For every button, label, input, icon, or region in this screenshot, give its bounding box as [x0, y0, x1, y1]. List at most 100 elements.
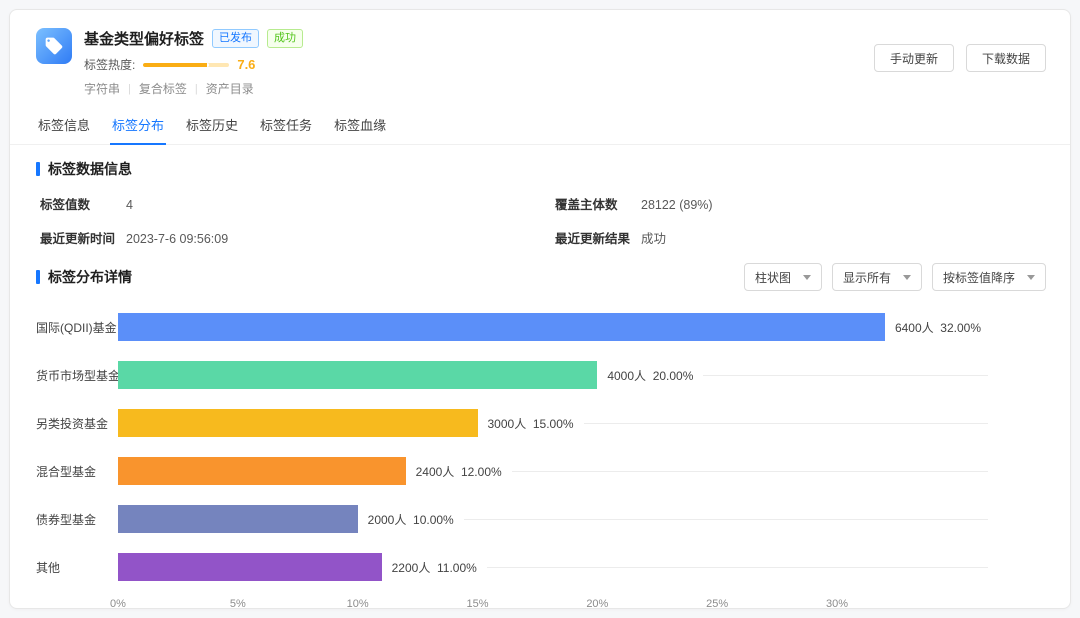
chart-row: 混合型基金 2400人 12.00% — [36, 447, 1046, 495]
field-value: 4 — [126, 198, 133, 212]
bar-chart: 国际(QDII)基金 6400人 32.00% 货币市场型基金4000人 20.00… — [36, 303, 1046, 609]
bar[interactable] — [118, 361, 597, 389]
grid-line — [464, 519, 988, 520]
tag-icon — [44, 36, 64, 56]
grid-line — [487, 567, 988, 568]
field-value: 2023-7-6 09:56:09 — [126, 232, 228, 246]
field-tag-value-count: 标签值数 4 — [40, 194, 555, 213]
chart-rows: 国际(QDII)基金 6400人 32.00% 货币市场型基金4000人 20.00… — [36, 303, 1046, 591]
bar-value-label: 2000人 10.00% — [368, 511, 454, 528]
bar-value-label: 4000人 20.00% — [607, 367, 693, 384]
bar-category-label: 国际(QDII)基金 — [36, 319, 118, 336]
heat-progress-fill — [143, 63, 208, 67]
bar-category-label: 混合型基金 — [36, 463, 118, 480]
x-axis-tick: 10% — [347, 598, 369, 609]
info-section-title-text: 标签数据信息 — [48, 159, 132, 179]
chart-controls: 柱状图 显示所有 按标签值降序 — [744, 263, 1046, 291]
tag-kind: 复合标签 — [139, 80, 187, 97]
bar-plot: 2000人 10.00% — [118, 505, 988, 533]
field-value: 28122 (89%) — [641, 198, 713, 212]
chart-row: 另类投资基金 3000人 15.00% — [36, 399, 1046, 447]
bar-plot: 4000人 20.00% — [118, 361, 988, 389]
x-axis-tick: 25% — [706, 598, 728, 609]
field-value: 成功 — [641, 228, 666, 247]
bar-category-label: 其他 — [36, 559, 118, 576]
tag-type-meta: 字符串 | 复合标签 | 资产目录 — [84, 80, 874, 97]
bar[interactable] — [118, 409, 478, 437]
success-status-badge: 成功 — [267, 29, 303, 48]
select-value: 柱状图 — [755, 269, 791, 286]
heat-progress-bar — [143, 63, 229, 67]
grid-line — [584, 423, 988, 424]
section-title-marker — [36, 162, 40, 176]
header-info: 基金类型偏好标签 已发布 成功 标签热度: 7.6 字符串 | 复合标签 | 资… — [84, 28, 874, 97]
tag-avatar — [36, 28, 72, 64]
bar-category-label: 另类投资基金 — [36, 415, 118, 432]
manual-update-button[interactable]: 手动更新 — [874, 44, 954, 72]
bar-plot: 6400人 32.00% — [118, 313, 988, 341]
x-axis: 0%5%10%15%20%25%30% — [118, 595, 988, 609]
info-section-title: 标签数据信息 — [36, 159, 1046, 179]
page-title: 基金类型偏好标签 — [84, 28, 204, 49]
info-grid: 标签值数 4 覆盖主体数 28122 (89%) 最近更新时间 2023-7-6… — [40, 194, 1046, 247]
field-label: 标签值数 — [40, 194, 126, 213]
tab-tag-tasks[interactable]: 标签任务 — [258, 107, 314, 144]
bar[interactable] — [118, 505, 358, 533]
tab-tag-lineage[interactable]: 标签血缘 — [332, 107, 388, 144]
tab-tag-distribution[interactable]: 标签分布 — [110, 107, 166, 144]
distribution-section-title: 标签分布详情 — [36, 267, 132, 287]
heat-label: 标签热度: — [84, 56, 135, 73]
chart-row: 其他 2200人 11.00% — [36, 543, 1046, 591]
title-row: 基金类型偏好标签 已发布 成功 — [84, 28, 874, 49]
bar-value-label: 2400人 12.00% — [416, 463, 502, 480]
bar-plot: 2400人 12.00% — [118, 457, 988, 485]
bar-plot: 2200人 11.00% — [118, 553, 988, 581]
select-value: 显示所有 — [843, 269, 891, 286]
x-axis-tick: 5% — [230, 598, 246, 609]
tag-data-info-section: 标签数据信息 标签值数 4 覆盖主体数 28122 (89%) 最近更新时间 2… — [10, 145, 1070, 247]
tag-catalog: 资产目录 — [206, 80, 254, 97]
field-covered-subjects: 覆盖主体数 28122 (89%) — [555, 194, 1046, 213]
field-last-update-result: 最近更新结果 成功 — [555, 228, 1046, 247]
x-axis-tick: 0% — [110, 598, 126, 609]
bar-plot: 3000人 15.00% — [118, 409, 988, 437]
tag-detail-card: 基金类型偏好标签 已发布 成功 标签热度: 7.6 字符串 | 复合标签 | 资… — [9, 9, 1071, 609]
section-title-marker — [36, 270, 40, 284]
chart-row: 货币市场型基金4000人 20.00% — [36, 351, 1046, 399]
x-axis-tick: 20% — [586, 598, 608, 609]
distribution-section-head: 标签分布详情 柱状图 显示所有 按标签值降序 — [36, 263, 1046, 291]
bar-value-label: 6400人 32.00% — [895, 319, 981, 336]
published-status-badge: 已发布 — [212, 29, 259, 48]
distribution-section-title-text: 标签分布详情 — [48, 267, 132, 287]
chart-row: 国际(QDII)基金 6400人 32.00% — [36, 303, 1046, 351]
meta-separator: | — [128, 83, 131, 95]
bar[interactable] — [118, 313, 885, 341]
tab-tag-history[interactable]: 标签历史 — [184, 107, 240, 144]
bar-category-label: 债券型基金 — [36, 511, 118, 528]
sort-order-select[interactable]: 按标签值降序 — [932, 263, 1046, 291]
tab-tag-info[interactable]: 标签信息 — [36, 107, 92, 144]
download-data-button[interactable]: 下载数据 — [966, 44, 1046, 72]
tag-data-type: 字符串 — [84, 80, 120, 97]
heat-row: 标签热度: 7.6 — [84, 56, 874, 73]
grid-line — [703, 375, 988, 376]
select-value: 按标签值降序 — [943, 269, 1015, 286]
field-label: 覆盖主体数 — [555, 194, 641, 213]
caret-down-icon — [903, 275, 911, 280]
meta-separator: | — [195, 83, 198, 95]
chart-type-select[interactable]: 柱状图 — [744, 263, 822, 291]
header: 基金类型偏好标签 已发布 成功 标签热度: 7.6 字符串 | 复合标签 | 资… — [10, 10, 1070, 97]
bar-value-label: 2200人 11.00% — [392, 559, 477, 576]
display-filter-select[interactable]: 显示所有 — [832, 263, 922, 291]
bar-value-label: 3000人 15.00% — [488, 415, 574, 432]
chart-row: 债券型基金 2000人 10.00% — [36, 495, 1046, 543]
x-axis-tick: 30% — [826, 598, 848, 609]
field-label: 最近更新时间 — [40, 228, 126, 247]
bar[interactable] — [118, 457, 406, 485]
bar[interactable] — [118, 553, 382, 581]
x-axis-tick: 15% — [466, 598, 488, 609]
field-label: 最近更新结果 — [555, 228, 641, 247]
caret-down-icon — [803, 275, 811, 280]
field-last-update-time: 最近更新时间 2023-7-6 09:56:09 — [40, 228, 555, 247]
header-actions: 手动更新 下载数据 — [874, 28, 1046, 97]
